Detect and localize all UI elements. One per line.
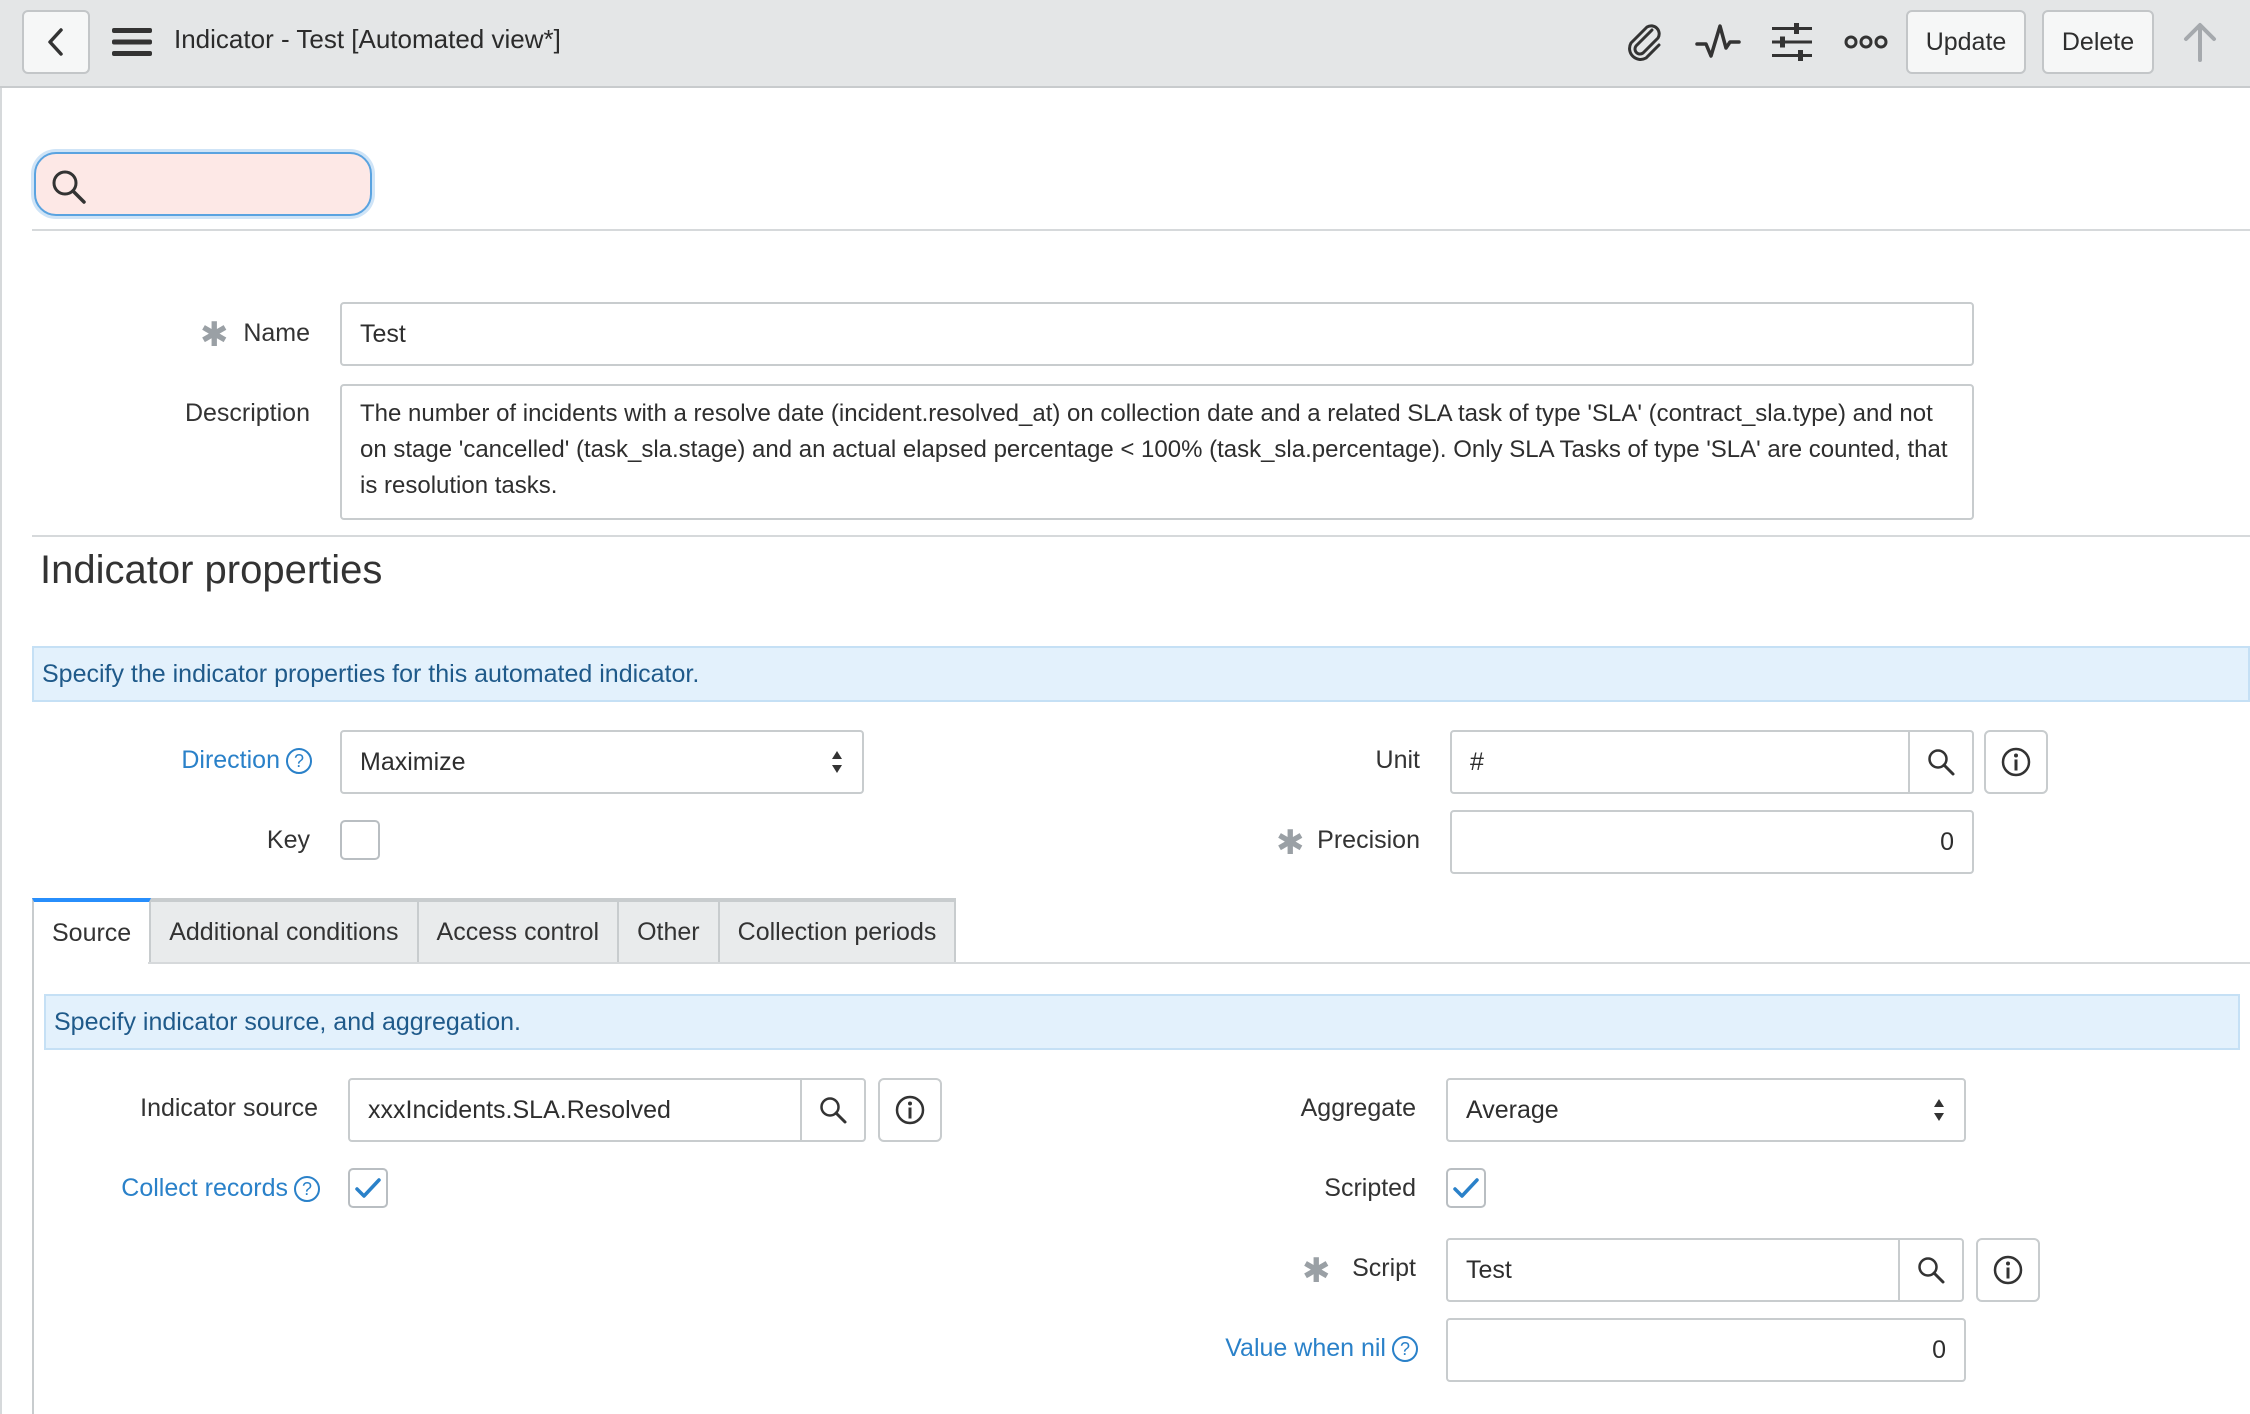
page-title: Indicator - Test [Automated view*] <box>174 24 561 54</box>
info-icon <box>2001 747 2031 777</box>
select-arrows-icon <box>1934 1099 1944 1121</box>
indicator-source-label: Indicator source <box>140 1094 318 1122</box>
required-asterisk: ✱ <box>1276 824 1305 862</box>
value-when-nil-label-text: Value when nil <box>1225 1334 1386 1362</box>
key-checkbox[interactable] <box>340 820 380 860</box>
divider <box>32 535 2250 537</box>
direction-label[interactable]: Direction? <box>181 746 312 775</box>
search-icon <box>52 170 86 204</box>
scripted-checkbox[interactable] <box>1446 1168 1486 1208</box>
menu-icon[interactable] <box>106 16 158 68</box>
source-info-banner: Specify indicator source, and aggregatio… <box>44 994 2240 1050</box>
required-asterisk: ✱ <box>1302 1252 1331 1290</box>
precision-label: Precision <box>1317 826 1420 854</box>
script-field[interactable]: Test <box>1446 1238 1900 1302</box>
unit-field[interactable]: # <box>1450 730 1910 794</box>
info-icon <box>895 1095 925 1125</box>
chevron-left-icon <box>48 28 63 56</box>
form-header: Indicator - Test [Automated view*] Updat… <box>0 0 2250 88</box>
name-field[interactable]: Test <box>340 302 1974 366</box>
checkmark-icon <box>1453 1178 1479 1198</box>
tab-underline <box>148 962 2250 964</box>
divider <box>32 229 2250 231</box>
section-heading: Indicator properties <box>40 548 383 592</box>
tab-other[interactable]: Other <box>619 898 720 964</box>
indicator-source-lookup-button[interactable] <box>800 1078 866 1142</box>
checkmark-icon <box>355 1178 381 1198</box>
search-input[interactable] <box>96 164 356 204</box>
value-when-nil-field[interactable]: 0 <box>1446 1318 1966 1382</box>
name-label: Name <box>243 319 310 347</box>
search-icon <box>1918 1257 1945 1284</box>
aggregate-value: Average <box>1466 1095 1559 1124</box>
paperclip-icon[interactable] <box>1618 16 1670 68</box>
tab-source[interactable]: Source <box>32 898 152 964</box>
tab-panel-border <box>32 962 34 1414</box>
required-asterisk: ✱ <box>200 316 229 354</box>
search-icon <box>1928 749 1955 776</box>
key-label: Key <box>266 826 310 854</box>
help-icon[interactable]: ? <box>294 1176 320 1203</box>
description-label: Description <box>184 399 310 427</box>
help-icon[interactable]: ? <box>286 748 312 775</box>
info-icon <box>1993 1255 2023 1285</box>
indicator-source-info-button[interactable] <box>878 1078 942 1142</box>
collect-records-checkbox[interactable] <box>348 1168 388 1208</box>
unit-info-button[interactable] <box>1984 730 2048 794</box>
delete-button[interactable]: Delete <box>2042 10 2154 74</box>
script-lookup-button[interactable] <box>1898 1238 1964 1302</box>
update-button[interactable]: Update <box>1906 10 2026 74</box>
scripted-label: Scripted <box>1324 1174 1416 1202</box>
back-button[interactable] <box>22 10 90 74</box>
value-when-nil-label[interactable]: Value when nil? <box>1225 1334 1418 1363</box>
left-border <box>0 88 2 1414</box>
direction-select[interactable]: Maximize <box>340 730 864 794</box>
unit-lookup-button[interactable] <box>1908 730 1974 794</box>
activity-icon[interactable] <box>1692 16 1744 68</box>
search-icon <box>820 1097 847 1124</box>
tab-collection-periods[interactable]: Collection periods <box>719 898 957 964</box>
help-icon[interactable]: ? <box>1392 1336 1418 1363</box>
indicator-source-field[interactable]: xxxIncidents.SLA.Resolved <box>348 1078 802 1142</box>
script-info-button[interactable] <box>1976 1238 2040 1302</box>
precision-field[interactable]: 0 <box>1450 810 1974 874</box>
description-field[interactable]: The number of incidents with a resolve d… <box>340 384 1974 520</box>
tab-additional-conditions[interactable]: Additional conditions <box>151 898 419 964</box>
direction-label-text: Direction <box>181 746 280 774</box>
aggregate-select[interactable]: Average <box>1446 1078 1966 1142</box>
direction-value: Maximize <box>360 747 466 776</box>
tab-access-control[interactable]: Access control <box>418 898 620 964</box>
collect-records-label[interactable]: Collect records? <box>121 1174 320 1203</box>
search-box[interactable] <box>34 152 372 216</box>
more-options-icon[interactable] <box>1840 16 1892 68</box>
info-banner: Specify the indicator properties for thi… <box>32 646 2250 702</box>
unit-label: Unit <box>1375 746 1420 774</box>
aggregate-label: Aggregate <box>1300 1094 1416 1122</box>
script-label: Script <box>1352 1254 1416 1282</box>
tab-bar: Source Additional conditions Access cont… <box>32 898 957 964</box>
select-arrows-icon <box>832 751 842 773</box>
arrow-up-icon[interactable] <box>2174 16 2226 68</box>
collect-records-label-text: Collect records <box>121 1174 288 1202</box>
settings-sliders-icon[interactable] <box>1766 16 1818 68</box>
